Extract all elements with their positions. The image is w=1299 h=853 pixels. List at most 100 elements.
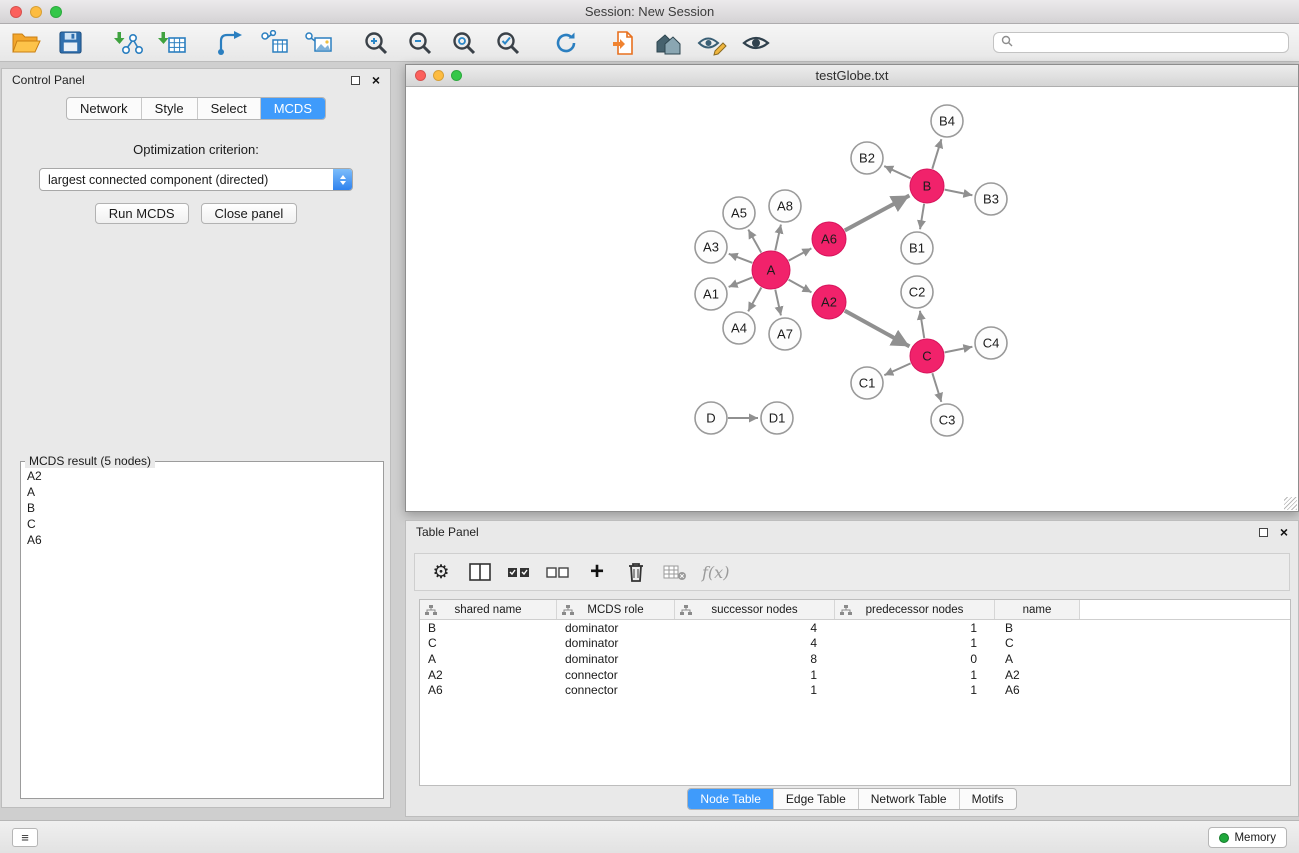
column-chooser-icon[interactable] bbox=[468, 559, 492, 585]
mcds-result-item[interactable]: A bbox=[27, 484, 377, 500]
graph-edge[interactable] bbox=[932, 373, 941, 402]
zoom-view-button[interactable] bbox=[451, 70, 462, 81]
close-table-panel-icon[interactable]: × bbox=[1280, 527, 1288, 537]
minimize-view-button[interactable] bbox=[433, 70, 444, 81]
table-cell[interactable]: A2 bbox=[420, 667, 557, 683]
task-history-icon[interactable]: ≡ bbox=[12, 828, 38, 847]
table-row[interactable]: Bdominator41B bbox=[420, 620, 1290, 636]
graph-node-B[interactable]: B bbox=[910, 169, 944, 203]
graph-edge[interactable] bbox=[945, 347, 973, 353]
table-settings-gear-icon[interactable]: ⚙ bbox=[429, 559, 453, 585]
graph-edge[interactable] bbox=[729, 277, 753, 287]
column-header-mcds-role[interactable]: MCDS role bbox=[557, 600, 675, 619]
graph-node-C1[interactable]: C1 bbox=[851, 367, 883, 399]
network-canvas[interactable]: B4B2BB3A8A5A6A3B1AC2A1A2A4A7C4CC1DD1C3 bbox=[406, 87, 1298, 511]
table-row[interactable]: A6connector11A6 bbox=[420, 682, 1290, 698]
graph-edge[interactable] bbox=[775, 290, 781, 316]
table-cell[interactable]: B bbox=[420, 620, 557, 636]
window-resize-grip[interactable] bbox=[1284, 497, 1297, 510]
new-network-icon[interactable] bbox=[212, 27, 248, 59]
zoom-window-button[interactable] bbox=[50, 6, 62, 18]
mcds-result-item[interactable]: B bbox=[27, 500, 377, 516]
import-table-file-icon[interactable] bbox=[154, 27, 190, 59]
graph-edge[interactable] bbox=[775, 225, 781, 251]
graph-edge[interactable] bbox=[845, 196, 910, 231]
select-all-rows-icon[interactable] bbox=[507, 559, 531, 585]
zoom-selected-icon[interactable] bbox=[490, 27, 526, 59]
graph-edge[interactable] bbox=[945, 190, 973, 196]
graph-node-A1[interactable]: A1 bbox=[695, 278, 727, 310]
export-image-icon[interactable] bbox=[300, 27, 336, 59]
graph-node-C2[interactable]: C2 bbox=[901, 276, 933, 308]
column-header-successor-nodes[interactable]: successor nodes bbox=[675, 600, 835, 619]
graph-node-A3[interactable]: A3 bbox=[695, 231, 727, 263]
graph-edge[interactable] bbox=[748, 230, 761, 253]
table-cell[interactable]: C bbox=[420, 636, 557, 652]
table-cell[interactable]: 4 bbox=[675, 620, 835, 636]
table-cell[interactable]: 1 bbox=[675, 667, 835, 683]
delete-table-icon[interactable] bbox=[663, 559, 687, 585]
import-network-file-icon[interactable] bbox=[110, 27, 146, 59]
table-cell[interactable]: 4 bbox=[675, 636, 835, 652]
zoom-in-icon[interactable] bbox=[358, 27, 394, 59]
graph-node-A2[interactable]: A2 bbox=[812, 285, 846, 319]
tab-select[interactable]: Select bbox=[197, 98, 260, 119]
graph-edge[interactable] bbox=[845, 311, 910, 347]
graph-edge[interactable] bbox=[884, 363, 910, 375]
toolbar-search[interactable] bbox=[993, 32, 1289, 53]
graph-edge[interactable] bbox=[789, 248, 812, 260]
table-row[interactable]: A2connector11A2 bbox=[420, 667, 1290, 683]
graph-node-A7[interactable]: A7 bbox=[769, 318, 801, 350]
tab-network-table[interactable]: Network Table bbox=[858, 789, 959, 809]
table-cell[interactable]: B bbox=[995, 620, 1080, 636]
graph-edge[interactable] bbox=[789, 280, 812, 293]
table-cell[interactable]: A6 bbox=[420, 682, 557, 698]
tab-node-table[interactable]: Node Table bbox=[688, 789, 773, 809]
graph-edge[interactable] bbox=[920, 204, 924, 229]
table-row[interactable]: Cdominator41C bbox=[420, 636, 1290, 652]
table-cell[interactable]: connector bbox=[557, 667, 675, 683]
table-cell[interactable]: A2 bbox=[995, 667, 1080, 683]
export-document-icon[interactable] bbox=[606, 27, 642, 59]
close-view-button[interactable] bbox=[415, 70, 426, 81]
graph-node-B3[interactable]: B3 bbox=[975, 183, 1007, 215]
table-cell[interactable]: connector bbox=[557, 682, 675, 698]
deselect-all-rows-icon[interactable] bbox=[546, 559, 570, 585]
new-network-table-icon[interactable] bbox=[256, 27, 292, 59]
table-cell[interactable]: 8 bbox=[675, 651, 835, 667]
mcds-result-item[interactable]: A2 bbox=[27, 468, 377, 484]
graph-node-C[interactable]: C bbox=[910, 339, 944, 373]
show-view-icon[interactable] bbox=[738, 27, 774, 59]
graph-node-D1[interactable]: D1 bbox=[761, 402, 793, 434]
column-header-predecessor-nodes[interactable]: predecessor nodes bbox=[835, 600, 995, 619]
table-cell[interactable]: dominator bbox=[557, 620, 675, 636]
table-cell[interactable]: A6 bbox=[995, 682, 1080, 698]
float-table-panel-icon[interactable] bbox=[1259, 528, 1268, 537]
float-panel-icon[interactable] bbox=[351, 76, 360, 85]
table-cell[interactable]: 1 bbox=[835, 620, 995, 636]
table-cell[interactable]: 1 bbox=[675, 682, 835, 698]
minimize-window-button[interactable] bbox=[30, 6, 42, 18]
close-window-button[interactable] bbox=[10, 6, 22, 18]
table-cell[interactable]: A bbox=[420, 651, 557, 667]
graph-edge[interactable] bbox=[729, 254, 753, 263]
close-panel-button[interactable]: Close panel bbox=[201, 203, 298, 224]
tab-style[interactable]: Style bbox=[141, 98, 197, 119]
table-cell[interactable]: dominator bbox=[557, 651, 675, 667]
table-cell[interactable]: A bbox=[995, 651, 1080, 667]
graph-node-B2[interactable]: B2 bbox=[851, 142, 883, 174]
tab-network[interactable]: Network bbox=[67, 98, 141, 119]
refresh-layout-icon[interactable] bbox=[548, 27, 584, 59]
graph-node-B1[interactable]: B1 bbox=[901, 232, 933, 264]
table-cell[interactable]: C bbox=[995, 636, 1080, 652]
graph-edge[interactable] bbox=[884, 166, 910, 178]
search-input[interactable] bbox=[1018, 36, 1281, 50]
tab-motifs[interactable]: Motifs bbox=[959, 789, 1016, 809]
table-cell[interactable]: 1 bbox=[835, 636, 995, 652]
graph-node-B4[interactable]: B4 bbox=[931, 105, 963, 137]
table-row[interactable]: Adominator80A bbox=[420, 651, 1290, 667]
memory-button[interactable]: Memory bbox=[1208, 827, 1287, 848]
graph-node-C4[interactable]: C4 bbox=[975, 327, 1007, 359]
graph-edge[interactable] bbox=[920, 311, 924, 338]
open-session-icon[interactable] bbox=[8, 27, 44, 59]
